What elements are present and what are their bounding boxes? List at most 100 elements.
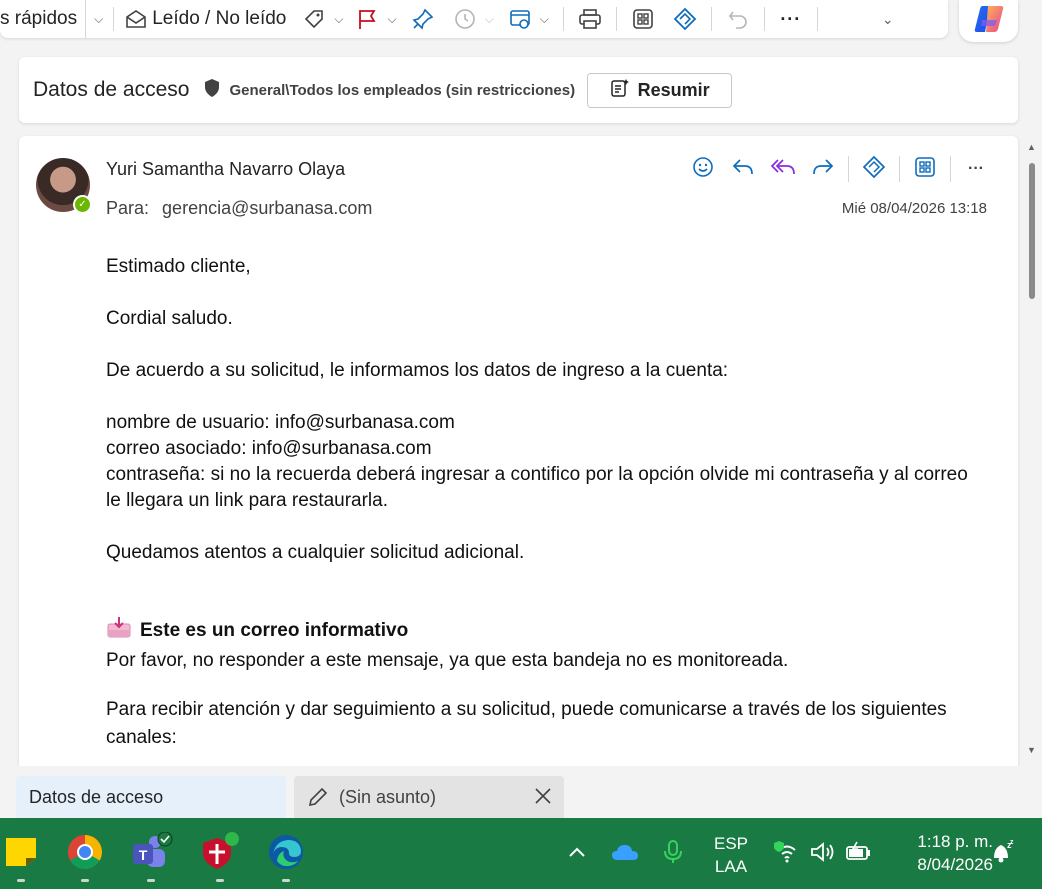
language-indicator[interactable]: ESP LAA — [708, 832, 754, 878]
tab-draft[interactable]: (Sin asunto) — [294, 776, 564, 818]
battery-charging-icon — [845, 841, 873, 868]
sticky-notes-app[interactable] — [1, 832, 41, 876]
summary-sparkle-icon — [610, 78, 630, 103]
copilot-button[interactable] — [959, 0, 1018, 42]
divider — [848, 156, 849, 182]
clock-icon — [453, 7, 477, 31]
notifications-button[interactable]: zz — [982, 832, 1022, 876]
quick-steps-label: s rápidos — [0, 8, 78, 29]
greeting-text: Estimado cliente, — [106, 256, 251, 277]
more-actions-button[interactable]: ··· — [956, 154, 996, 184]
scroll-up-arrow-icon[interactable]: ▲ — [1027, 142, 1036, 152]
summarize-button[interactable]: Resumir — [587, 72, 733, 108]
chrome-app[interactable] — [65, 832, 105, 876]
flag-button[interactable]: ⌵ — [355, 0, 397, 38]
email-line: correo asociado: info@surbanasa.com — [106, 438, 432, 459]
tab-datos-de-acceso[interactable]: Datos de acceso — [16, 776, 286, 818]
apps-grid-icon — [631, 7, 655, 31]
clock[interactable]: 1:18 p. m. 8/04/2026 — [885, 830, 993, 876]
info-text: Por favor, no responder a este mensaje, … — [106, 650, 789, 671]
message-scrollbar[interactable]: ▲ ▼ — [1022, 136, 1042, 766]
to-label: Para: — [106, 198, 150, 218]
undo-icon — [726, 7, 750, 31]
inbox-tray-icon — [106, 616, 132, 646]
react-button[interactable] — [683, 154, 723, 184]
quick-steps-dropdown[interactable]: ⌵ — [90, 0, 103, 38]
salute-text: Cordial saludo. — [106, 308, 233, 329]
snooze-button[interactable]: ⌵ — [453, 0, 494, 38]
clock-time: 1:18 p. m. — [917, 832, 993, 851]
edge-app[interactable] — [266, 832, 306, 876]
channels-text: Para recibir atención y dar seguimiento … — [106, 699, 947, 748]
edge-icon — [267, 833, 305, 876]
apps-button[interactable] — [631, 0, 655, 38]
chevron-down-icon: ⌵ — [539, 11, 549, 26]
shield-app-icon — [198, 831, 242, 877]
teams-icon: T — [129, 831, 173, 877]
divider — [816, 7, 818, 31]
pin-button[interactable] — [411, 0, 435, 38]
summarize-label: Resumir — [637, 79, 710, 100]
message-card: ✓ Yuri Samantha Navarro Olaya Para: gere… — [19, 136, 1018, 766]
volume-button[interactable] — [803, 832, 843, 876]
close-icon[interactable] — [532, 785, 554, 812]
loop-button[interactable] — [673, 0, 697, 38]
recipient-address[interactable]: gerencia@surbanasa.com — [162, 198, 372, 218]
intro-text: De acuerdo a su solicitud, le informamos… — [106, 360, 729, 381]
recipients-line: Para: gerencia@surbanasa.com — [106, 198, 372, 219]
more-horizontal-icon: ··· — [780, 8, 802, 29]
running-indicator — [81, 879, 89, 882]
categorize-button[interactable]: ⌵ — [302, 0, 343, 38]
teams-app[interactable]: T — [129, 831, 173, 877]
scroll-down-arrow-icon[interactable]: ▼ — [1027, 745, 1036, 755]
print-button[interactable] — [578, 0, 602, 38]
microphone-button[interactable] — [653, 832, 693, 876]
read-unread-label: Leído / No leído — [152, 8, 287, 29]
read-unread-button[interactable]: Leído / No leído — [124, 0, 286, 38]
forward-button[interactable] — [803, 154, 843, 184]
sensitivity-label[interactable]: General\Todos los empleados (sin restric… — [203, 78, 575, 102]
reply-button[interactable] — [723, 154, 763, 184]
presence-badge: ✓ — [73, 195, 92, 214]
reply-all-icon — [770, 157, 796, 182]
chrome-icon — [66, 833, 104, 876]
undo-button[interactable] — [726, 0, 750, 38]
pencil-icon — [307, 786, 329, 808]
more-options-button[interactable]: ··· — [779, 0, 803, 38]
tag-icon — [302, 7, 326, 31]
sender-name[interactable]: Yuri Samantha Navarro Olaya — [106, 159, 345, 180]
wifi-shield-icon — [773, 840, 801, 869]
divider — [899, 156, 900, 182]
loop-button[interactable] — [854, 154, 894, 184]
scrollbar-thumb[interactable] — [1029, 163, 1035, 299]
running-indicator — [17, 879, 25, 882]
windows-taskbar: T ESP LAA 1:18 p. m. 8/04/2026 z z — [0, 818, 1042, 889]
shield-icon — [203, 78, 221, 102]
ribbon-expand-button[interactable]: ⌄ — [878, 0, 894, 38]
open-items-tabs: Datos de acceso (Sin asunto) — [0, 766, 1042, 818]
chevron-up-icon — [567, 845, 587, 864]
forward-icon — [811, 157, 835, 182]
battery-button[interactable] — [839, 832, 879, 876]
chevron-down-icon: ⌵ — [387, 11, 397, 26]
sensitivity-label-text: General\Todos los empleados (sin restric… — [229, 81, 576, 99]
tab-label: Datos de acceso — [29, 786, 164, 807]
security-app[interactable] — [198, 831, 242, 877]
running-indicator — [147, 879, 155, 882]
printer-icon — [578, 7, 602, 31]
onedrive-button[interactable] — [605, 832, 645, 876]
quick-steps-button[interactable]: s rápidos — [0, 0, 77, 38]
svg-text:T: T — [139, 847, 148, 863]
show-hidden-icons-button[interactable] — [557, 832, 597, 876]
microphone-icon — [663, 839, 683, 870]
reply-all-button[interactable] — [763, 154, 803, 184]
rules-button[interactable]: ⌵ — [508, 0, 549, 38]
divider — [950, 156, 951, 182]
network-button[interactable] — [767, 832, 807, 876]
email-subject: Datos de acceso — [33, 78, 190, 101]
speaker-icon — [809, 840, 837, 869]
language-code: ESP — [713, 834, 749, 853]
onedrive-cloud-icon — [611, 843, 639, 866]
apps-button[interactable] — [905, 154, 945, 184]
svg-text:z: z — [1010, 839, 1014, 846]
